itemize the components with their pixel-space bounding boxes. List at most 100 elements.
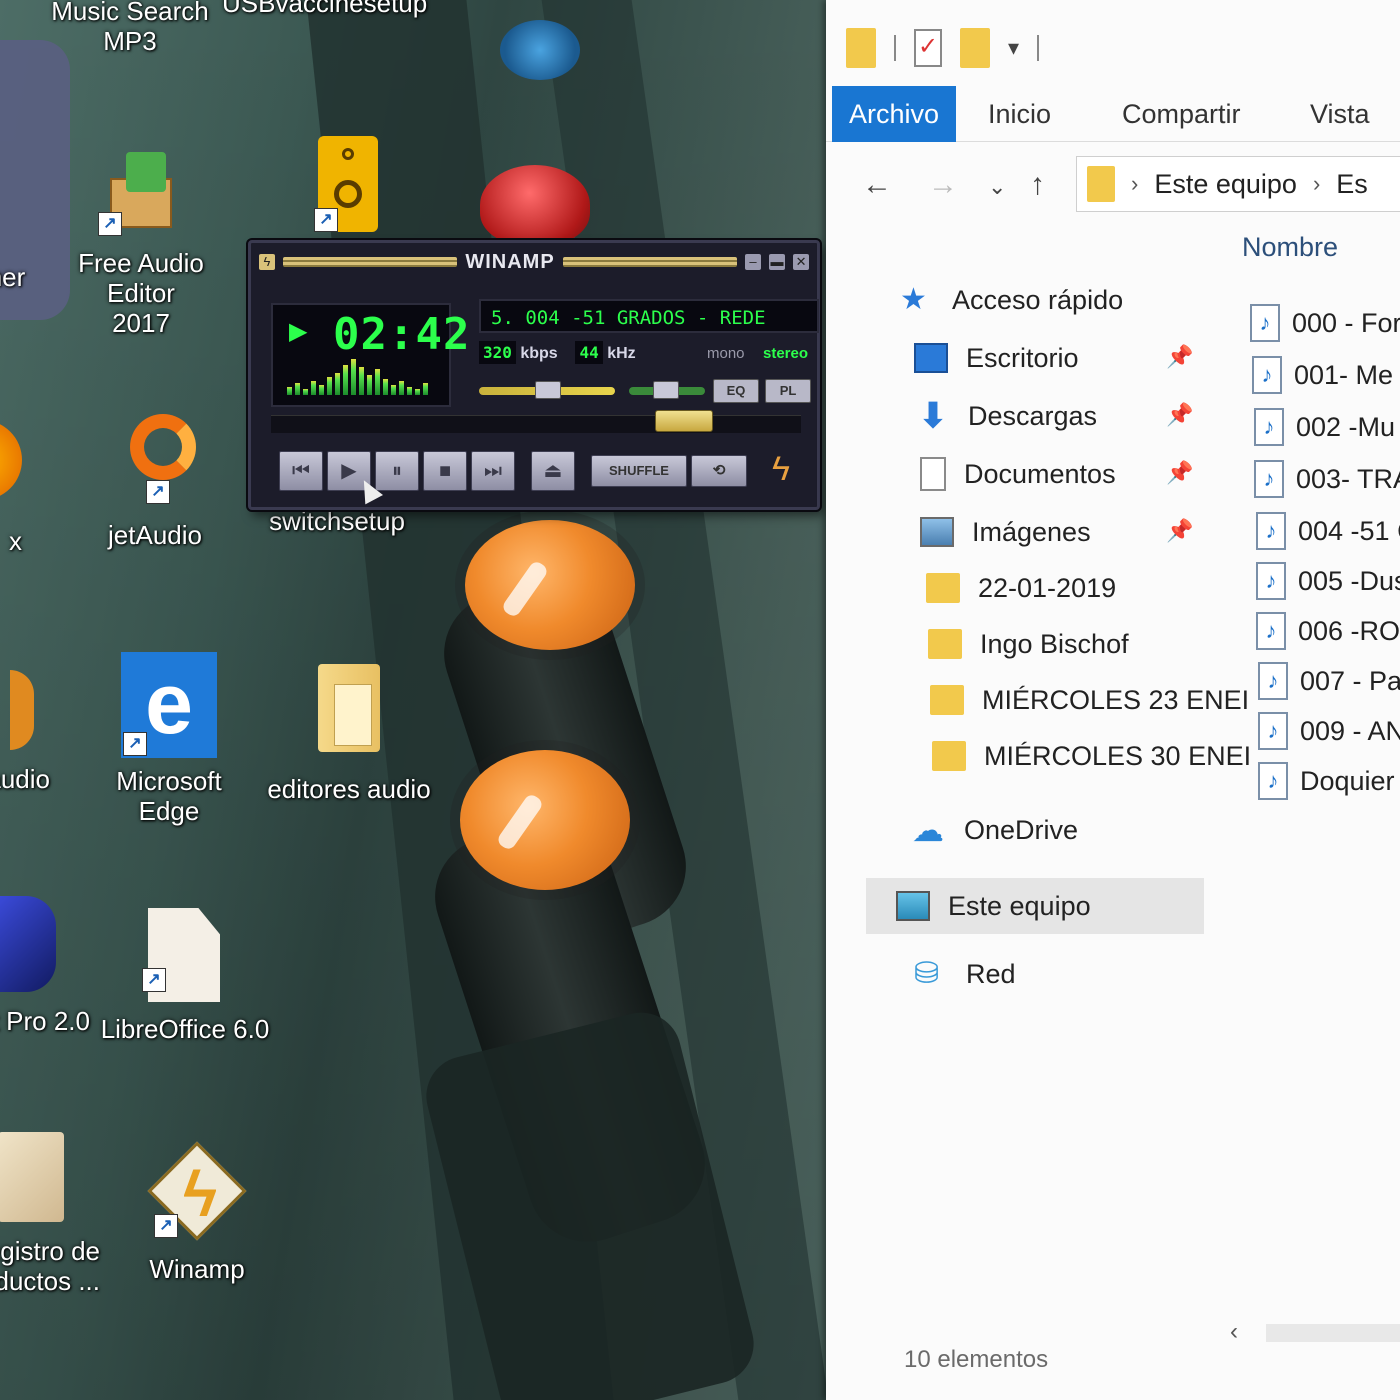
pin-icon[interactable]: 📌 [1166, 402, 1193, 428]
properties-icon[interactable]: ✓ [914, 29, 942, 67]
volume-thumb[interactable] [535, 381, 561, 399]
pin-icon[interactable]: 📌 [1166, 518, 1193, 544]
file-name: 007 - Par [1300, 665, 1400, 696]
close-icon[interactable]: ✕ [793, 254, 810, 270]
up-arrow-icon[interactable]: ↑ [1030, 168, 1045, 202]
breadcrumb-este-equipo[interactable]: Este equipo [1154, 169, 1297, 200]
pin-icon[interactable]: 📌 [1166, 460, 1193, 486]
repeat-button[interactable]: ⟲ [691, 455, 747, 487]
spectrum-visualizer[interactable] [287, 355, 437, 395]
file-row[interactable]: ♪ 009 - AN [1258, 708, 1400, 754]
time-display[interactable]: ▶ 02:42 [271, 303, 469, 407]
file-row[interactable]: ♪ 004 -51 G [1256, 508, 1400, 554]
winamp-window[interactable]: ϟ WINAMP – ▬ ✕ ▶ 02:42 5. 004 -51 GRADOS… [248, 240, 820, 510]
customize-toolbar-icon[interactable]: ▾ [1008, 35, 1019, 61]
stop-button[interactable]: ■ [423, 451, 467, 491]
next-button[interactable]: ⏭ [471, 451, 515, 491]
equalizer-toggle-button[interactable]: EQ [713, 379, 759, 403]
nav-folder-miercoles-23[interactable]: MIÉRCOLES 23 ENEI [930, 678, 1249, 722]
volume-slider[interactable] [479, 381, 615, 399]
desktop-icon-microsoft-edge[interactable]: e ↗ Microsoft Edge [84, 652, 254, 826]
folder-icon[interactable] [846, 28, 876, 68]
desktop-icon-editores-audio[interactable]: editores audio [264, 660, 434, 804]
seek-thumb[interactable] [655, 410, 713, 432]
file-row[interactable]: ♪ 006 -ROS [1256, 608, 1400, 654]
eject-button[interactable]: ⏏ [531, 451, 575, 491]
seek-bar[interactable] [271, 410, 801, 433]
desktop-icon-free-audio-editor[interactable]: ↗ Free Audio Editor 2017 [56, 148, 226, 338]
chevron-right-icon[interactable]: › [1131, 171, 1138, 197]
file-explorer-window[interactable]: ✓ ▾ Archivo Inicio Compartir Vista ← → ⌄… [826, 0, 1400, 1400]
shuffle-button[interactable]: SHUFFLE [591, 455, 687, 487]
nav-escritorio[interactable]: Escritorio [914, 336, 1079, 380]
nav-red[interactable]: ⛁ Red [914, 952, 1016, 996]
nav-quick-access[interactable]: ★ Acceso rápido [900, 278, 1123, 322]
winamp-logo-icon[interactable]: ϟ [761, 449, 801, 489]
kbps-value: 320 [479, 341, 516, 364]
file-row[interactable]: ♪ 000 - For [1250, 300, 1400, 346]
file-row[interactable]: ♪ 005 -Dus [1256, 558, 1400, 604]
cloud-icon: ☁ [912, 812, 944, 848]
desktop-icon-speaker[interactable]: ↗ [238, 136, 408, 232]
desktop-icon-partial[interactable]: cher [0, 262, 40, 292]
desktop-icon-winamp[interactable]: ϟ ↗ Winamp [112, 1141, 282, 1284]
chevron-right-icon[interactable]: › [1313, 171, 1320, 197]
nav-descargas[interactable]: ⬇ Descargas [916, 394, 1097, 438]
desktop-icon-label: switchsetup [269, 506, 405, 536]
tab-archivo[interactable]: Archivo [832, 86, 956, 142]
nav-folder-ingo-bischof[interactable]: Ingo Bischof [928, 622, 1129, 666]
mono-indicator: mono [707, 345, 745, 362]
new-folder-icon[interactable] [960, 28, 990, 68]
forward-arrow-icon[interactable]: → [928, 168, 958, 202]
shade-icon[interactable]: ▬ [769, 254, 786, 270]
nav-imagenes[interactable]: Imágenes [920, 510, 1091, 554]
nav-folder-miercoles-30[interactable]: MIÉRCOLES 30 ENEI [932, 734, 1251, 778]
nav-onedrive[interactable]: ☁ OneDrive [912, 808, 1078, 852]
pin-icon[interactable]: 📌 [1166, 344, 1193, 370]
tab-vista[interactable]: Vista [1310, 86, 1370, 142]
address-box[interactable]: › Este equipo › Es [1076, 156, 1400, 212]
column-header-name[interactable]: Nombre [1242, 232, 1338, 263]
breadcrumb-current[interactable]: Es [1336, 169, 1368, 200]
folder-icon [928, 629, 962, 659]
desktop-icon-label: x [9, 526, 22, 556]
balance-slider[interactable] [629, 381, 705, 399]
file-row[interactable]: ♪ 007 - Par [1258, 658, 1400, 704]
tab-inicio[interactable]: Inicio [988, 86, 1051, 142]
file-row[interactable]: ♪ Doquier [1258, 758, 1395, 804]
desktop-icon-music-search[interactable]: Music Search MP3 [50, 0, 210, 56]
recent-locations-icon[interactable]: ⌄ [988, 174, 1006, 200]
back-arrow-icon[interactable]: ← [862, 168, 892, 202]
scrollbar-track[interactable] [1266, 1324, 1400, 1342]
desktop-icon-partial-registro[interactable]: egistro de oductos ... [0, 1132, 100, 1296]
desktop-icon-partial-audio[interactable]: audio [0, 670, 50, 794]
winamp-menu-icon[interactable]: ϟ [259, 254, 275, 270]
speaker-icon: ↗ [278, 136, 378, 232]
horizontal-scrollbar[interactable]: ‹ [1226, 1318, 1400, 1348]
nav-folder-22-01-2019[interactable]: 22-01-2019 [926, 566, 1116, 610]
balance-thumb[interactable] [653, 381, 679, 399]
nav-documentos[interactable]: Documentos [920, 452, 1116, 496]
desktop-icon-switchsetup[interactable]: switchsetup [252, 506, 422, 536]
desktop-icon-partial-edit-pro[interactable]: dit Pro 2.0 [0, 896, 90, 1036]
audio-file-icon: ♪ [1250, 304, 1280, 342]
desktop-icon-partial-firefox[interactable]: x [0, 420, 22, 556]
file-row[interactable]: ♪ 001- Me [1252, 352, 1393, 398]
winamp-icon: ϟ ↗ [147, 1141, 247, 1241]
audio-file-icon: ♪ [1256, 562, 1286, 600]
desktop-icon-usbvaccine[interactable]: USBvaccinesetup [222, 0, 427, 18]
file-row[interactable]: ♪ 002 -Mu [1254, 404, 1395, 450]
minimize-icon[interactable]: – [745, 254, 762, 270]
desktop-icon-jetaudio[interactable]: ↗ jetAudio [70, 408, 240, 550]
playlist-toggle-button[interactable]: PL [765, 379, 811, 403]
nav-este-equipo[interactable]: Este equipo [866, 878, 1204, 934]
desktop-icon-libreoffice[interactable]: ↗ LibreOffice 6.0 [100, 904, 270, 1044]
tab-compartir[interactable]: Compartir [1122, 86, 1241, 142]
song-title-scroller[interactable]: 5. 004 -51 GRADOS - REDE [479, 299, 819, 333]
scroll-left-icon[interactable]: ‹ [1230, 1318, 1238, 1346]
khz-unit: kHz [607, 345, 636, 362]
previous-button[interactable]: ⏮ [279, 451, 323, 491]
file-row[interactable]: ♪ 003- TRA [1254, 456, 1400, 502]
pause-button[interactable]: ⏸ [375, 451, 419, 491]
winamp-titlebar[interactable]: ϟ WINAMP – ▬ ✕ [259, 249, 810, 275]
